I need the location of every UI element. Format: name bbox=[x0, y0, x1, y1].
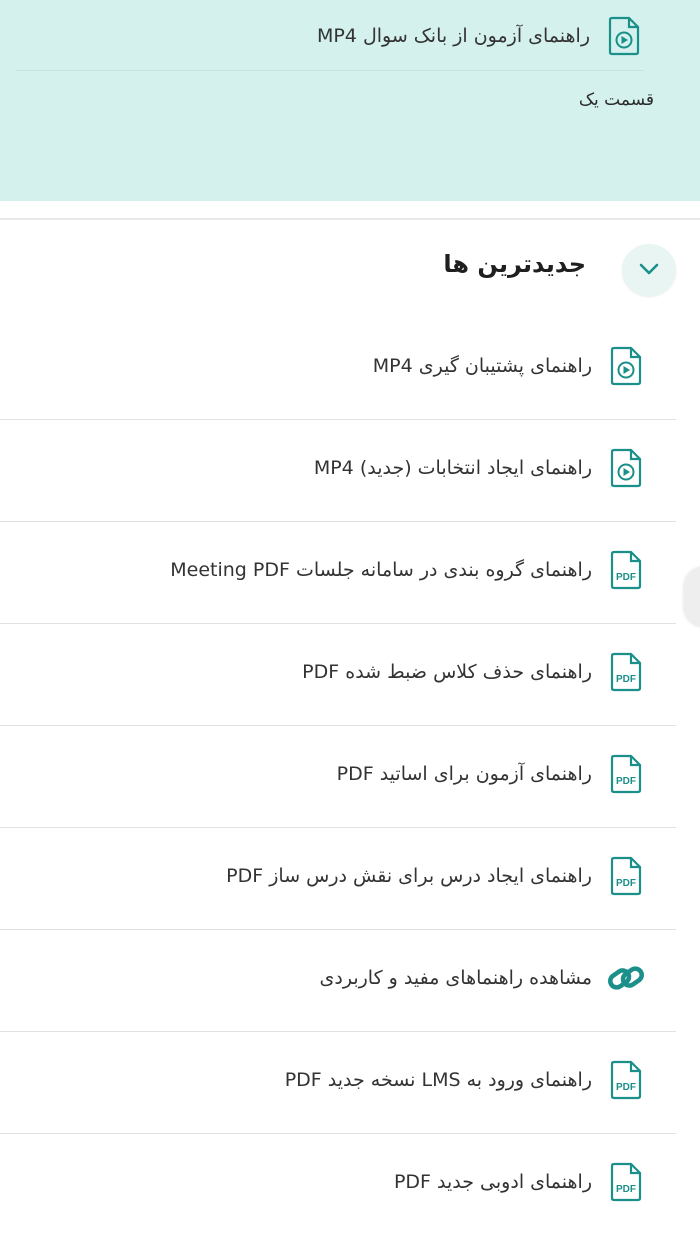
svg-text:PDF: PDF bbox=[616, 674, 636, 685]
list-item-label: راهنمای آزمون برای اساتید PDF bbox=[336, 763, 592, 785]
list-item[interactable]: PDF راهنمای آزمون برای اساتید PDF bbox=[0, 726, 676, 828]
top-item-label: راهنمای آزمون از بانک سوال MP4 bbox=[316, 25, 590, 47]
pdf-file-icon: PDF bbox=[606, 650, 646, 694]
video-file-icon bbox=[606, 344, 646, 388]
pdf-file-icon: PDF bbox=[606, 1058, 646, 1102]
list-item[interactable]: PDF راهنمای گروه بندی در سامانه جلسات Me… bbox=[0, 522, 676, 624]
subtitle-text: قسمت یک bbox=[578, 90, 654, 110]
section-title: جدیدترین ها bbox=[443, 250, 586, 278]
svg-text:PDF: PDF bbox=[616, 776, 636, 787]
list-item[interactable]: راهنمای پشتیبان گیری MP4 bbox=[0, 318, 676, 420]
side-drawer-handle[interactable] bbox=[684, 567, 700, 627]
divider bbox=[0, 201, 700, 220]
video-file-icon bbox=[604, 14, 644, 58]
list-item-label: راهنمای ادوبی جدید PDF bbox=[393, 1171, 592, 1193]
list-item[interactable]: PDF راهنمای ورود به LMS نسخه جدید PDF bbox=[0, 1032, 676, 1134]
list-item[interactable]: راهنمای ایجاد انتخابات (جدید) MP4 bbox=[0, 420, 676, 522]
link-icon bbox=[606, 956, 646, 1000]
svg-text:PDF: PDF bbox=[616, 1184, 636, 1195]
pdf-file-icon: PDF bbox=[606, 752, 646, 796]
pdf-file-icon: PDF bbox=[606, 548, 646, 592]
top-panel: راهنمای آزمون از بانک سوال MP4 قسمت یک bbox=[0, 0, 700, 201]
list-item-label: مشاهده راهنماهای مفید و کاربردی bbox=[319, 967, 592, 989]
chevron-down-icon bbox=[638, 261, 660, 280]
svg-text:PDF: PDF bbox=[616, 878, 636, 889]
items-list: راهنمای پشتیبان گیری MP4 راهنمای ایجاد ا… bbox=[0, 318, 700, 1235]
svg-text:PDF: PDF bbox=[616, 1082, 636, 1093]
svg-text:PDF: PDF bbox=[616, 572, 636, 583]
video-file-icon bbox=[606, 446, 646, 490]
pdf-file-icon: PDF bbox=[606, 1160, 646, 1204]
pdf-file-icon: PDF bbox=[606, 854, 646, 898]
list-item-label: راهنمای ورود به LMS نسخه جدید PDF bbox=[284, 1069, 592, 1091]
list-item-label: راهنمای حذف کلاس ضبط شده PDF bbox=[302, 661, 592, 683]
list-item[interactable]: PDF راهنمای ادوبی جدید PDF bbox=[0, 1134, 676, 1235]
list-item-label: راهنمای پشتیبان گیری MP4 bbox=[372, 355, 592, 377]
list-item[interactable]: PDF راهنمای حذف کلاس ضبط شده PDF bbox=[0, 624, 676, 726]
list-item[interactable]: مشاهده راهنماهای مفید و کاربردی bbox=[0, 930, 676, 1032]
list-item-label: راهنمای ایجاد درس برای نقش درس ساز PDF bbox=[226, 865, 592, 887]
list-item[interactable]: PDF راهنمای ایجاد درس برای نقش درس ساز P… bbox=[0, 828, 676, 930]
top-list-item[interactable]: راهنمای آزمون از بانک سوال MP4 bbox=[16, 0, 644, 71]
list-item-label: راهنمای ایجاد انتخابات (جدید) MP4 bbox=[313, 457, 592, 479]
list-item-label: راهنمای گروه بندی در سامانه جلسات Meetin… bbox=[170, 559, 592, 581]
collapse-toggle-button[interactable] bbox=[622, 244, 676, 296]
